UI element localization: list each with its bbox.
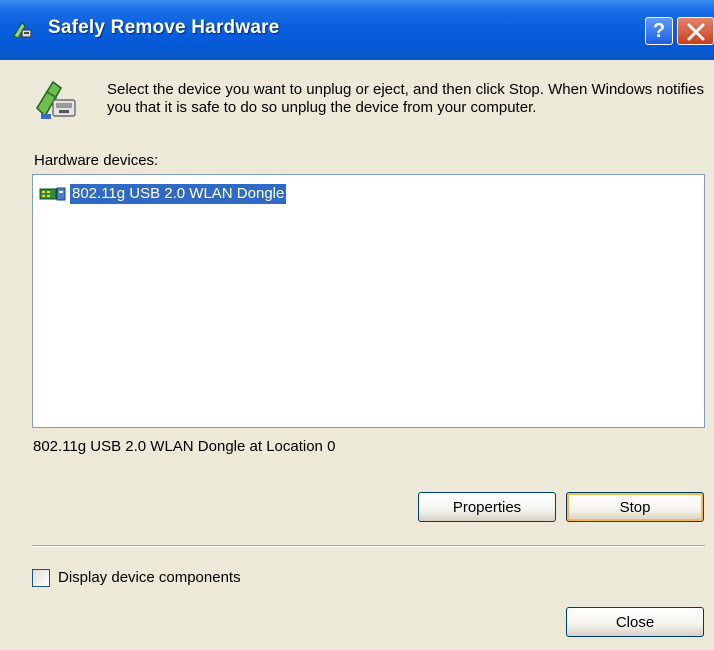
stop-button[interactable]: Stop (566, 492, 704, 522)
safely-remove-hardware-dialog: Safely Remove Hardware ? Select the devi… (0, 0, 714, 650)
display-components-checkbox[interactable] (32, 569, 50, 587)
hardware-devices-list[interactable]: 802.11g USB 2.0 WLAN Dongle (32, 174, 705, 428)
hardware-devices-label: Hardware devices: (34, 152, 159, 169)
safely-remove-hardware-icon (11, 19, 33, 41)
instruction-text: Select the device you want to unplug or … (107, 81, 704, 116)
close-icon (687, 23, 705, 41)
help-icon: ? (652, 20, 666, 42)
device-location-text: 802.11g USB 2.0 WLAN Dongle at Location … (33, 438, 336, 455)
title-bar[interactable]: Safely Remove Hardware ? (0, 0, 714, 60)
properties-button[interactable]: Properties (418, 492, 556, 522)
usb-network-adapter-icon (39, 186, 67, 202)
display-components-label[interactable]: Display device components (58, 569, 241, 586)
help-button[interactable]: ? (645, 17, 673, 45)
window-title: Safely Remove Hardware (48, 17, 280, 38)
device-label: 802.11g USB 2.0 WLAN Dongle (70, 184, 287, 204)
close-window-button[interactable] (677, 17, 714, 45)
eject-device-icon (33, 78, 81, 122)
divider (32, 545, 705, 547)
close-button[interactable]: Close (566, 607, 704, 637)
